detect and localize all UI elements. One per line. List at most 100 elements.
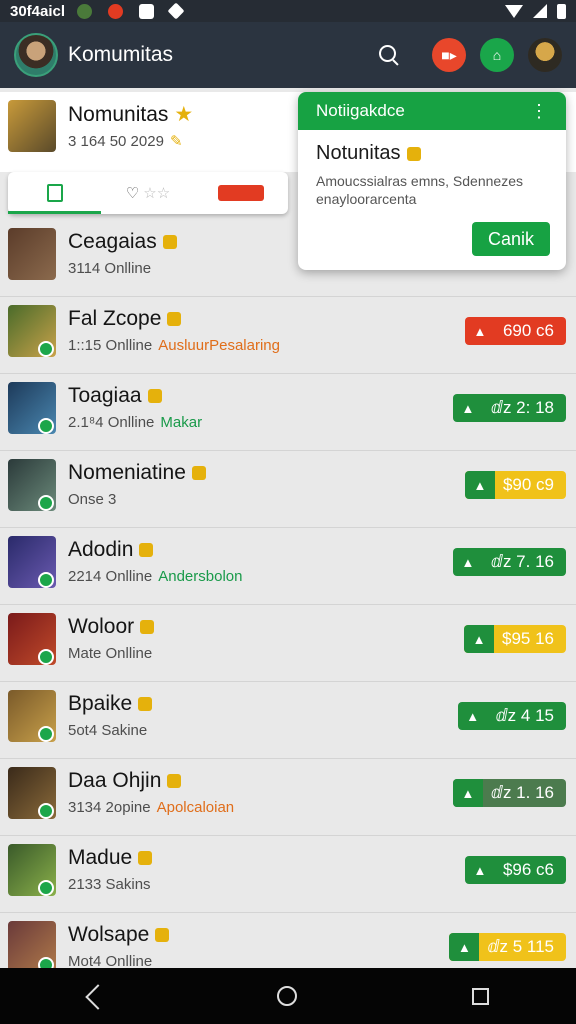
recent-apps-icon[interactable]	[471, 987, 489, 1005]
status-time: 30f4aicl	[10, 2, 66, 20]
tab-list[interactable]	[8, 172, 102, 214]
pencil-icon: ✎	[169, 133, 183, 150]
community-name: Bpaike	[68, 692, 153, 716]
join-count: ⅆz 5 115	[487, 937, 554, 956]
community-meta: 3114 Onlline	[68, 260, 152, 277]
community-name: Nomunitas ★	[68, 103, 194, 126]
page-title: Komumitas	[68, 43, 174, 66]
join-count: ⅆz 2: 18	[490, 398, 554, 417]
tab-favorites[interactable]: ♡ ☆☆	[101, 172, 194, 214]
join-count: ⅆz 1. 16	[490, 783, 554, 802]
home-icon[interactable]	[277, 986, 298, 1006]
star-icon: ★	[174, 103, 194, 126]
community-thumbnail	[8, 228, 56, 280]
crown-icon	[147, 389, 162, 404]
join-count: 690 c6	[502, 321, 554, 340]
signal-icon	[533, 4, 547, 18]
list-item[interactable]: Daa Ohjin 3134 2opine Apolcaloian ▲ ⅆz 1. 16	[0, 759, 576, 836]
crown-icon	[167, 774, 182, 789]
popup-title: Notunitas	[316, 142, 421, 165]
alarm-icon	[218, 185, 265, 201]
community-name: Nomeniatine	[68, 461, 206, 485]
message-icon	[139, 3, 155, 19]
community-meta: Onse 3	[68, 491, 117, 508]
community-meta: Mate Onlline	[68, 645, 153, 662]
popup-header-label: Notiigakdce	[316, 101, 405, 120]
alert-icon	[108, 3, 124, 19]
popup-message: Amoucssialras emns, Sdennezes enayloorar…	[316, 173, 523, 208]
join-count: ⅆz 7. 16	[490, 552, 554, 571]
verified-icon	[38, 341, 54, 357]
community-tag: Apolcaloian	[156, 799, 235, 816]
community-name: Toagiaa	[68, 384, 162, 408]
list-item[interactable]: Toagiaa 2.1⁸4 Onlline Makar ▲ ⅆz 2: 18	[0, 374, 576, 451]
join-button[interactable]: ▲ ⅆz 5 115	[449, 933, 566, 961]
wifi-icon	[505, 4, 523, 18]
status-icons	[505, 3, 566, 19]
popup-header: Notiigakdce ⋮	[298, 92, 566, 130]
list-item[interactable]: Fal Zcope1::15 Onlline AusluurPesalaring ▲…	[0, 297, 576, 374]
community-name: Daa Ohjin	[68, 769, 182, 793]
join-button[interactable]: ▲ ⅆz 7. 16	[452, 548, 566, 576]
join-button[interactable]: ▲ ⅆz 2: 18	[452, 394, 566, 422]
join-button[interactable]: ▲ ⅆz 4 15	[457, 702, 566, 730]
community-name: Ceagaias	[68, 230, 177, 254]
crown-icon	[138, 697, 153, 712]
verified-icon	[38, 572, 54, 588]
crown-icon	[139, 543, 154, 558]
list-item[interactable]: Nomeniatine Onse 3 ▲ $90 c9	[0, 451, 576, 528]
crown-icon	[406, 146, 421, 161]
community-meta: 1::15 Onlline AusluurPesalaring	[68, 337, 280, 354]
crown-icon	[138, 851, 153, 866]
thumbs-up-icon: ▲	[473, 323, 487, 339]
community-name: Woloor	[68, 615, 155, 639]
search-icon[interactable]	[378, 44, 400, 66]
back-icon[interactable]	[87, 986, 103, 1006]
crown-icon	[140, 620, 155, 635]
community-tag: AusluurPesalaring	[158, 337, 280, 354]
list-item[interactable]: Adodin 2214 Onlline Andersbolon ▲ ⅆz 7. 16	[0, 528, 576, 605]
verified-icon	[38, 418, 54, 434]
list-icon	[46, 184, 63, 202]
join-button[interactable]: ▲ 690 c6	[464, 317, 566, 345]
popup-confirm-button[interactable]: Canik	[472, 222, 550, 256]
join-button[interactable]: ▲ $90 c9	[464, 471, 566, 499]
battery-icon	[557, 3, 566, 19]
app-bar-actions: ■▸ ⌂	[378, 38, 562, 72]
join-count: $90 c9	[502, 475, 554, 494]
join-button[interactable]: ▲ $96 c6	[464, 856, 566, 884]
community-name: Wolsape	[68, 923, 170, 947]
community-thumbnail	[8, 100, 56, 152]
join-button[interactable]: ▲ ⅆz 1. 16	[452, 779, 566, 807]
shop-button[interactable]: ⌂	[480, 38, 514, 72]
notification-popup: Notiigakdce ⋮ Notunitas Amoucssialras em…	[298, 92, 566, 270]
community-meta: 2133 Sakins	[68, 876, 151, 893]
list-item[interactable]: Bpaike 5ot4 Sakine ▲ ⅆz 4 15	[0, 682, 576, 759]
app-bar: Komumitas ■▸ ⌂	[0, 22, 576, 88]
list-item[interactable]: Woloor Mate Onlline ▲ $95 16	[0, 605, 576, 682]
community-name: Madue	[68, 846, 153, 870]
community-tag: Andersbolon	[158, 568, 243, 585]
crown-icon	[162, 235, 177, 250]
thumbs-up-icon: ▲	[461, 554, 475, 570]
join-count: ⅆz 4 15	[495, 706, 554, 725]
status-bar: 30f4aicl	[0, 0, 576, 22]
community-name: Adodin	[68, 538, 154, 562]
verified-icon	[38, 495, 54, 511]
community-meta: 5ot4 Sakine	[68, 722, 148, 739]
join-button[interactable]: ▲ $95 16	[464, 625, 566, 653]
community-name: Fal Zcope	[68, 307, 182, 331]
list-item[interactable]: Madue 2133 Sakins ▲ $96 c6	[0, 836, 576, 913]
join-count: $95 16	[502, 629, 554, 648]
verified-icon	[38, 649, 54, 665]
profile-avatar[interactable]	[528, 38, 562, 72]
thumbs-up-icon: ▲	[464, 471, 495, 499]
app-avatar[interactable]	[14, 33, 58, 77]
tab-alerts[interactable]	[195, 172, 288, 214]
video-button[interactable]: ■▸	[432, 38, 466, 72]
verified-icon	[38, 880, 54, 896]
thumbs-up-icon: ▲	[449, 933, 480, 961]
thumbs-up-icon: ▲	[452, 779, 483, 807]
join-count: $96 c6	[502, 860, 554, 879]
more-options-icon[interactable]: ⋮	[530, 101, 548, 122]
